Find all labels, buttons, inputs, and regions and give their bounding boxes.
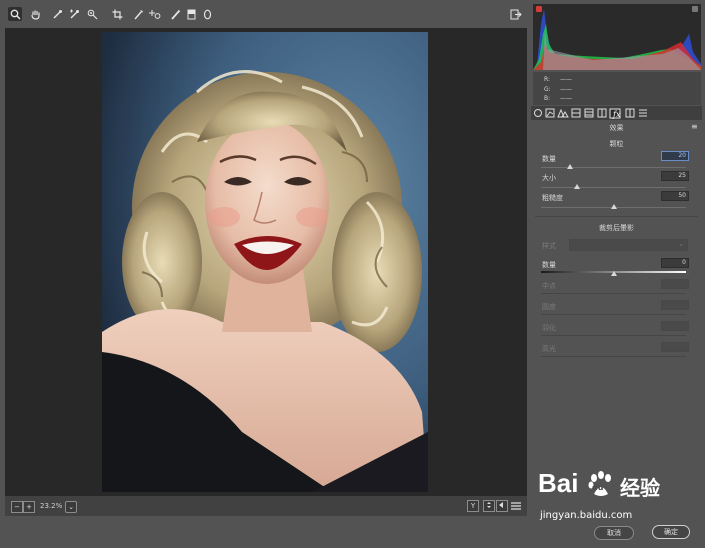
vignette-highlights-input (661, 342, 689, 352)
vignette-feather-label: 羽化 (542, 324, 556, 332)
vignette-amount-input[interactable]: 0 (661, 258, 689, 268)
vignette-roundness-input (661, 300, 689, 310)
grain-size-label: 大小 (542, 174, 556, 182)
before-after-toggle-button[interactable]: Y (467, 500, 479, 512)
zoom-level-dropdown[interactable]: ⌄ (65, 501, 77, 513)
vignette-roundness-slider-track (541, 314, 686, 315)
watermark-brand: Bai (538, 468, 579, 498)
vignette-amount-slider-thumb[interactable] (610, 271, 617, 276)
grain-amount-input[interactable]: 20 (661, 151, 689, 161)
copy-settings-button[interactable] (496, 500, 508, 512)
hand-tool-icon[interactable] (28, 7, 42, 21)
vignette-midpoint-slider-track (541, 293, 686, 294)
vignette-roundness-label: 圆度 (542, 303, 556, 311)
vignette-midpoint-label: 中点 (542, 282, 556, 290)
vignette-style-select[interactable]: ⌄ (569, 239, 688, 251)
effects-panel: 效果 ≡ 颗粒 数量 20 大小 25 粗糙度 50 裁剪后暈影 样式 ⌄ 数量… (531, 120, 702, 370)
grain-amount-slider-thumb[interactable] (567, 164, 573, 169)
basic-tab-icon (534, 109, 542, 117)
color-sampler-tool-icon[interactable] (67, 7, 81, 21)
adjustment-brush-tool-icon[interactable] (168, 7, 182, 21)
ok-button[interactable]: 确定 (652, 525, 690, 539)
view-options-icon[interactable] (511, 501, 521, 513)
cancel-button[interactable]: 取消 (594, 526, 634, 540)
panel-menu-icon[interactable]: ≡ (691, 122, 698, 131)
open-preferences-icon[interactable] (509, 7, 523, 21)
crop-tool-icon[interactable] (110, 7, 124, 21)
chevron-down-icon: ⌄ (678, 240, 684, 248)
status-bar: − + 23.2% ⌄ Y (5, 496, 527, 516)
arrow-left-icon (499, 502, 503, 508)
white-balance-tool-icon[interactable] (50, 7, 64, 21)
r-label: R: (544, 76, 551, 83)
photo-preview (102, 32, 428, 492)
grain-size-slider-track[interactable] (541, 187, 686, 188)
grain-roughness-slider-thumb[interactable] (610, 204, 617, 209)
targeted-adjustment-tool-icon[interactable] (86, 7, 100, 21)
zoom-tool-icon[interactable] (8, 7, 22, 21)
swap-settings-button[interactable] (483, 500, 495, 512)
vignette-feather-input (661, 321, 689, 331)
graduated-filter-tool-icon[interactable] (184, 7, 198, 21)
grain-roughness-input[interactable]: 50 (661, 191, 689, 201)
panel-title: 效果 (609, 124, 624, 132)
r-value: —— (560, 76, 572, 83)
svg-text:fx: fx (612, 110, 621, 119)
grain-amount-label: 数量 (542, 155, 556, 163)
b-label: B: (544, 95, 551, 102)
radial-filter-tool-icon[interactable] (200, 7, 214, 21)
vignette-amount-label: 数量 (542, 261, 556, 269)
zoom-level-label: 23.2% (40, 502, 63, 510)
grain-amount-slider-track[interactable] (541, 167, 686, 168)
g-value: —— (560, 86, 572, 93)
grain-heading: 颗粒 (609, 140, 624, 148)
watermark-url: jingyan.baidu.com (540, 510, 633, 521)
watermark-paw-text: du (592, 483, 604, 492)
g-label: G: (544, 86, 551, 93)
red-eye-tool-icon[interactable] (148, 7, 162, 21)
histogram (533, 4, 701, 70)
vignette-style-label: 样式 (542, 242, 556, 250)
image-canvas[interactable] (5, 28, 527, 496)
vignette-heading: 裁剪后暈影 (599, 224, 634, 232)
zoom-out-button[interactable]: − (11, 501, 23, 513)
spot-removal-tool-icon[interactable] (131, 7, 145, 21)
vignette-highlights-slider-track (541, 356, 686, 357)
zoom-in-button[interactable]: + (23, 501, 35, 513)
grain-size-input[interactable]: 25 (661, 171, 689, 181)
highlight-clipping-icon[interactable] (692, 6, 698, 12)
vignette-feather-slider-track (541, 335, 686, 336)
vignette-highlights-label: 高光 (542, 345, 556, 353)
grain-size-slider-thumb[interactable] (574, 184, 581, 189)
baidu-watermark: Bai du 经验 jingyan.baidu.com (538, 466, 698, 522)
rgb-readout: R: —— G: —— B: —— (533, 72, 701, 105)
shadow-clipping-icon[interactable] (536, 6, 542, 12)
grain-roughness-label: 粗糙度 (542, 194, 563, 202)
vignette-midpoint-input (661, 279, 689, 289)
watermark-cn: 经验 (620, 476, 660, 500)
section-divider (535, 216, 698, 217)
top-toolbar (0, 0, 528, 28)
swap-icon (487, 502, 491, 508)
b-value: —— (560, 95, 572, 102)
panel-tabs: fx (531, 106, 702, 120)
